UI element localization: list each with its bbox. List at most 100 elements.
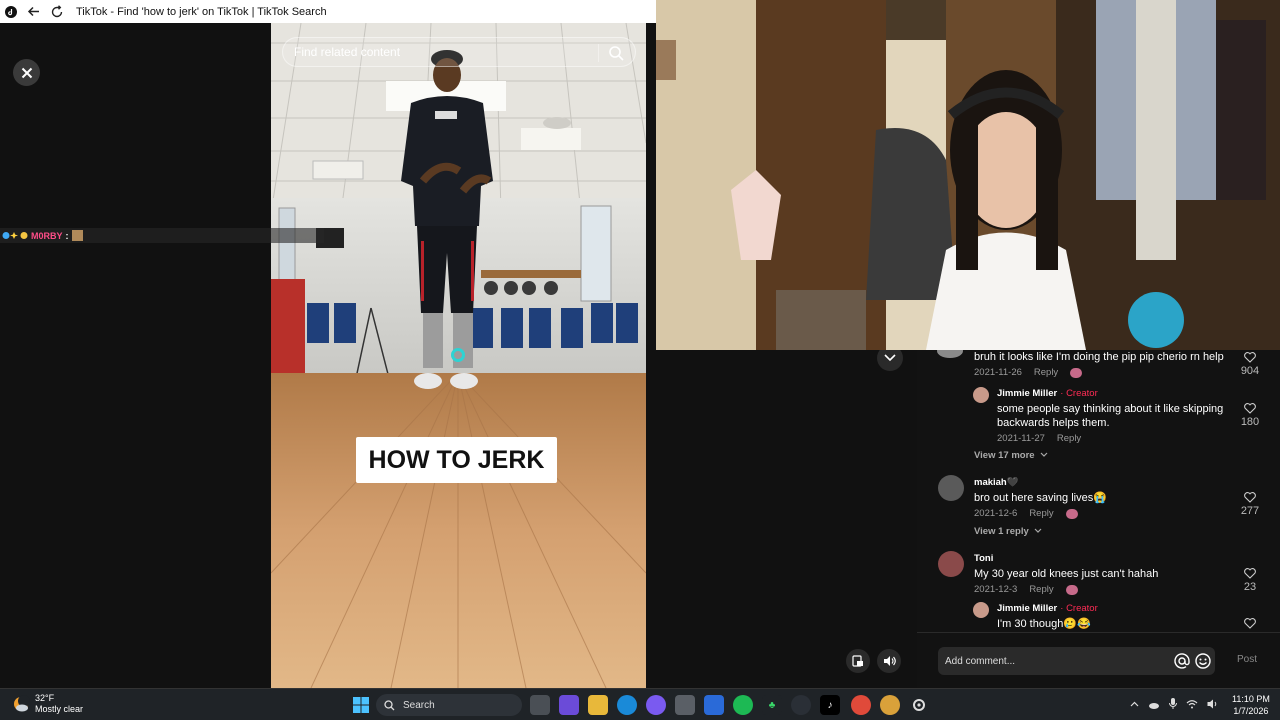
- comment-placeholder: Add comment...: [945, 655, 1016, 667]
- taskbar-search[interactable]: Search: [376, 694, 522, 716]
- avatar[interactable]: [938, 475, 964, 501]
- comment-meta: 2021-11-27 Reply: [997, 433, 1232, 444]
- reply-button[interactable]: Reply: [1029, 508, 1053, 519]
- comment-date: 2021-12-6: [974, 508, 1018, 519]
- comment-author[interactable]: Toni: [974, 553, 993, 564]
- creator-badge: · Creator: [1060, 603, 1098, 614]
- edge-icon[interactable]: [617, 695, 637, 715]
- comment-input[interactable]: Add comment...: [938, 647, 1215, 675]
- clock[interactable]: 11:10 PM 1/7/2026: [1232, 693, 1270, 717]
- emoji-icon[interactable]: [1194, 652, 1212, 670]
- comment-meta: 2021-12-3 Reply: [974, 584, 1234, 595]
- settings-gear-icon[interactable]: [909, 695, 929, 715]
- reply-button[interactable]: Reply: [1057, 433, 1081, 444]
- reply-button[interactable]: Reply: [1034, 367, 1058, 378]
- like-button[interactable]: 180: [1237, 403, 1263, 428]
- video-caption: HOW TO JERK: [356, 437, 557, 483]
- chat-emote-icon: [71, 230, 83, 241]
- comment-text: I'm 30 though🥲😂: [997, 618, 1091, 630]
- clock-time: 11:10 PM: [1232, 694, 1270, 704]
- like-button[interactable]: [1237, 618, 1263, 631]
- browser-title-bar: TikTok - Find 'how to jerk' on TikTok | …: [0, 0, 656, 23]
- store-icon[interactable]: [675, 695, 695, 715]
- name-suffix: 🖤: [1006, 477, 1019, 488]
- weather-moon-icon: [14, 695, 30, 712]
- avatar[interactable]: [937, 350, 963, 358]
- search-placeholder: Find related content: [294, 45, 401, 59]
- tiktok-taskbar-icon[interactable]: ♪: [820, 695, 840, 715]
- weather-widget[interactable]: 32°F Mostly clear: [12, 693, 83, 715]
- back-arrow-icon[interactable]: [24, 3, 42, 21]
- chat-username[interactable]: M0RBY: [31, 231, 63, 241]
- creator-liked-icon: [1065, 508, 1078, 519]
- reply-button[interactable]: Reply: [1029, 584, 1053, 595]
- start-button[interactable]: [351, 695, 371, 715]
- chevron-up-icon[interactable]: [1130, 701, 1139, 707]
- comment-text: some people say thinking about it like s…: [997, 403, 1224, 429]
- comment-author[interactable]: makiah: [974, 477, 1007, 488]
- file-explorer-icon[interactable]: [588, 695, 608, 715]
- like-button[interactable]: 904: [1237, 352, 1263, 377]
- chrome-icon[interactable]: [851, 695, 871, 715]
- creator-liked-icon: [1065, 584, 1078, 595]
- clock-date: 1/7/2026: [1233, 706, 1269, 716]
- webcam-scene: [656, 0, 1280, 350]
- left-backdrop: [0, 23, 271, 688]
- creator-badge: · Creator: [1060, 388, 1098, 399]
- reply-item: Jimmie Miller · Creator I'm 30 though🥲😂: [997, 602, 1232, 631]
- related-search-input[interactable]: Find related content: [282, 37, 636, 67]
- chrome-profile-icon[interactable]: [880, 695, 900, 715]
- tiktok-icon: [4, 5, 18, 19]
- comment-meta: 2021-11-26 Reply: [974, 367, 1236, 378]
- task-view-icon[interactable]: [530, 695, 550, 715]
- post-button[interactable]: Post: [1237, 654, 1257, 665]
- browser-title: TikTok - Find 'how to jerk' on TikTok | …: [76, 5, 327, 18]
- refresh-icon[interactable]: [48, 3, 66, 21]
- avatar[interactable]: [973, 387, 989, 403]
- close-icon: [21, 67, 32, 78]
- view-replies[interactable]: View 1 reply: [974, 526, 1042, 537]
- avatar[interactable]: [938, 551, 964, 577]
- chevron-down-icon: [1040, 452, 1048, 457]
- chat-separator: :: [65, 230, 69, 241]
- obs-icon[interactable]: [791, 695, 811, 715]
- search-icon[interactable]: [607, 44, 625, 62]
- wifi-icon[interactable]: [1186, 699, 1198, 709]
- discord-icon[interactable]: [646, 695, 666, 715]
- creator-liked-icon: [1070, 367, 1083, 378]
- search-icon: [384, 699, 395, 710]
- like-button[interactable]: 277: [1237, 492, 1263, 517]
- view-replies-label: View 1 reply: [974, 526, 1029, 537]
- taskbar: 32°F Mostly clear Search ♣ ♪ 11:10 PM 1/…: [0, 688, 1280, 720]
- speaker-icon[interactable]: [1207, 699, 1218, 709]
- windows-icon: [353, 697, 369, 713]
- system-tray: [1130, 698, 1218, 710]
- comment-date: 2021-11-26: [974, 367, 1022, 378]
- video-player[interactable]: Find related content HOW TO JERK: [271, 23, 646, 688]
- spotify-icon[interactable]: [733, 695, 753, 715]
- comment-date: 2021-11-27: [997, 433, 1045, 444]
- microphone-icon[interactable]: [1169, 698, 1177, 710]
- cloud-icon[interactable]: [1148, 700, 1160, 709]
- view-more-replies[interactable]: View 17 more: [974, 450, 1048, 461]
- like-count: 904: [1240, 365, 1260, 377]
- mail-icon[interactable]: [704, 695, 724, 715]
- close-button[interactable]: [13, 59, 40, 86]
- comment-author[interactable]: Jimmie Miller: [997, 603, 1057, 614]
- avatar[interactable]: [973, 602, 989, 618]
- chevron-down-icon: [884, 354, 896, 362]
- volume-button[interactable]: [877, 649, 901, 673]
- copilot-icon[interactable]: [559, 695, 579, 715]
- like-button[interactable]: 23: [1237, 568, 1263, 593]
- comment-composer: Add comment... Post: [917, 632, 1280, 688]
- robinhood-icon[interactable]: ♣: [762, 695, 782, 715]
- chat-message: M0RBY :: [0, 228, 324, 243]
- mention-icon[interactable]: [1173, 652, 1191, 670]
- heart-icon: [1244, 352, 1256, 363]
- comments-panel: bruh it looks like I'm doing the pip pip…: [917, 350, 1280, 632]
- heart-icon: [1244, 492, 1256, 503]
- comment-item: Toni My 30 year old knees just can't hah…: [974, 552, 1234, 595]
- comment-text: bro out here saving lives😭: [974, 492, 1107, 504]
- pip-button[interactable]: [846, 649, 870, 673]
- comment-author[interactable]: Jimmie Miller: [997, 388, 1057, 399]
